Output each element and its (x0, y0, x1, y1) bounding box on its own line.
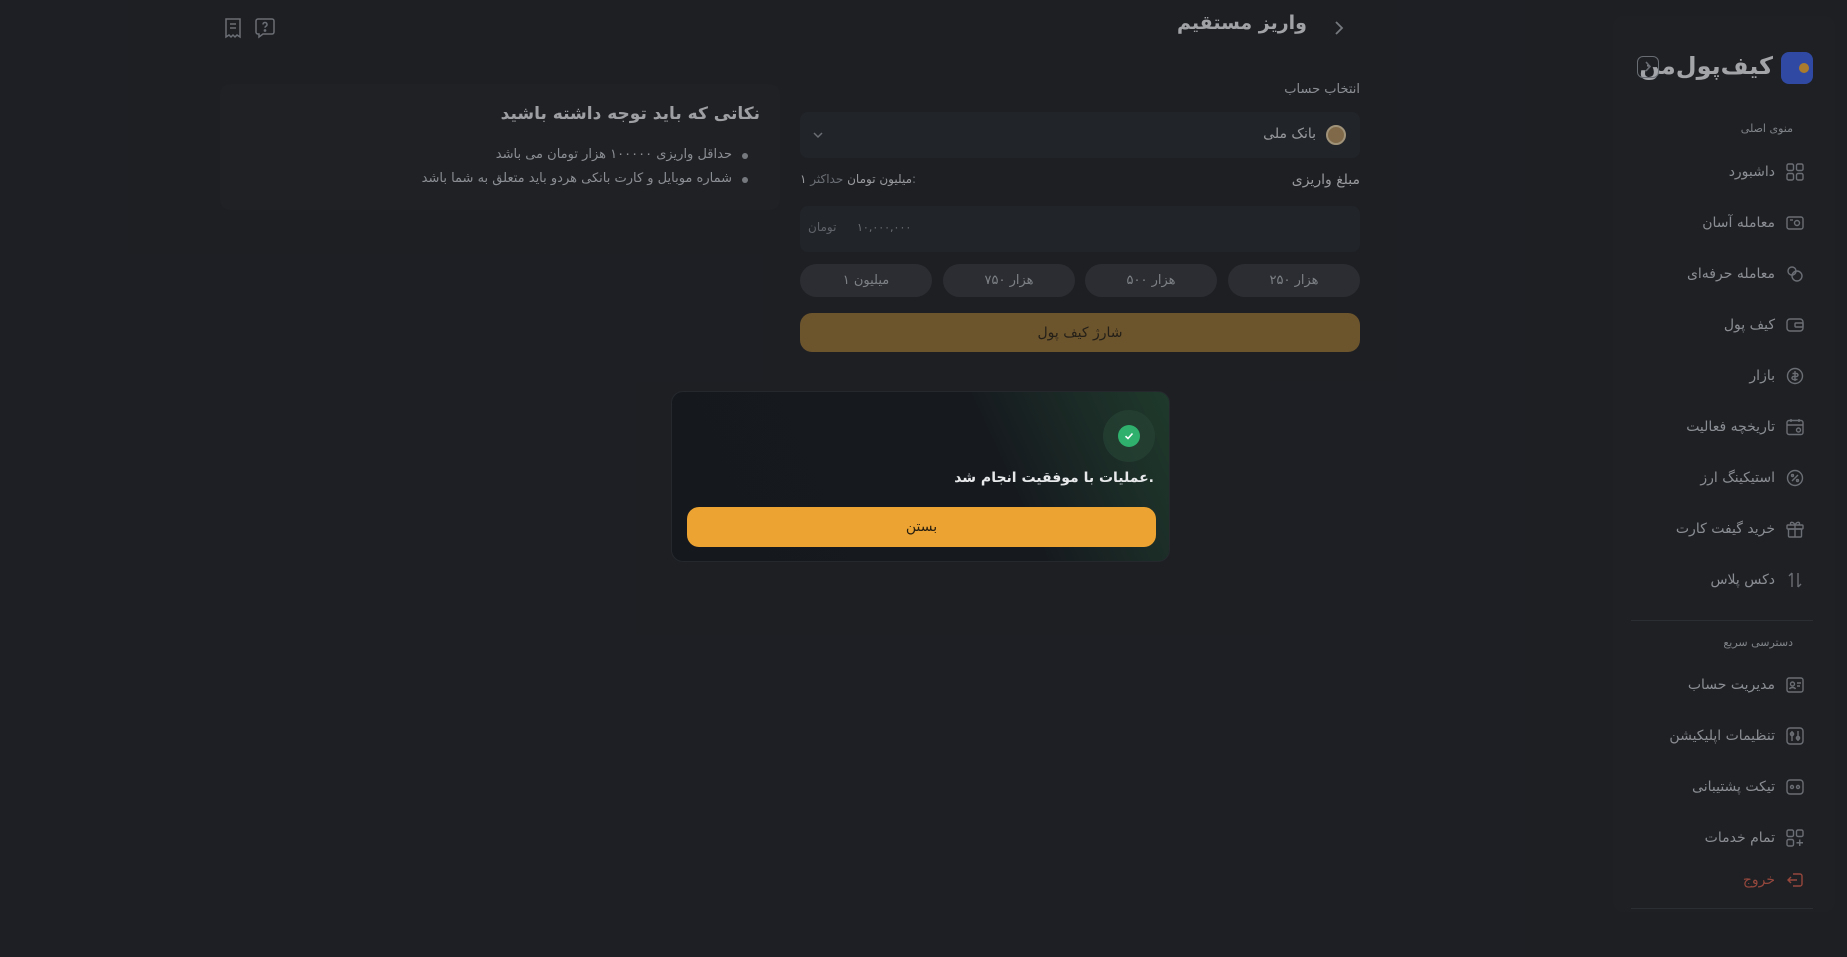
amount-unit: تومان (808, 220, 837, 234)
sidebar-divider (1631, 908, 1813, 909)
notes-title: نکاتی که باید توجه داشته باشید (500, 104, 760, 124)
ticket-icon (1785, 777, 1805, 797)
chevron-right-icon (1645, 61, 1652, 72)
logo-row: کیف‌پول‌من (1633, 50, 1813, 86)
note-item: حداقل واریزی ۱۰۰۰۰۰ هزار تومان می باشد (495, 147, 749, 162)
brand-logo-icon (1781, 52, 1813, 84)
success-dialog: عملیات با موفقیت انجام شد. بستن (671, 391, 1170, 562)
help-icon (255, 18, 275, 39)
sidebar-item-label: کیف پول (1723, 317, 1775, 333)
gift-card-icon (1785, 519, 1805, 539)
wallet-icon (1785, 315, 1805, 335)
charge-wallet-button[interactable]: شارژ کیف پول (800, 313, 1360, 352)
sidebar-divider (1631, 620, 1813, 621)
services-icon (1785, 828, 1805, 848)
sidebar-item-label: تاریخچه فعالیت (1686, 419, 1775, 435)
sidebar-item-all-services[interactable]: تمام خدمات (1615, 823, 1805, 853)
sidebar-item-market[interactable]: بازار (1615, 361, 1805, 391)
receipt-icon (225, 18, 241, 39)
preset-amount-1m[interactable]: ۱ میلیون (800, 264, 932, 297)
collapse-sidebar-button[interactable] (1637, 56, 1659, 78)
sidebar-item-staking[interactable]: استیکینگ ارز (1615, 463, 1805, 493)
sidebar-item-gift-card[interactable]: خرید گیفت کارت (1615, 514, 1805, 544)
sidebar-item-history[interactable]: تاریخچه فعالیت (1615, 412, 1805, 442)
quick-access-title: دسترسی سریع (1723, 636, 1793, 649)
market-icon (1785, 366, 1805, 386)
preset-amount-750k[interactable]: ۷۵۰ هزار (943, 264, 1075, 297)
sidebar-item-label: تنظیمات اپلیکیشن (1669, 728, 1775, 744)
sidebar-item-label: معامله آسان (1702, 215, 1775, 231)
sidebar-item-dex-plus[interactable]: دکس پلاس (1615, 565, 1805, 595)
close-button[interactable]: بستن (687, 507, 1156, 547)
check-icon (1118, 425, 1140, 447)
chevron-right-icon (1335, 21, 1344, 35)
amount-label: مبلغ واریزی (1291, 172, 1360, 188)
sidebar-item-account[interactable]: مدیریت حساب (1615, 670, 1805, 700)
max-amount-note: ۱ میلیون تومان حداکثر: (800, 172, 916, 186)
sidebar-item-easy-trade[interactable]: معامله آسان (1615, 208, 1805, 238)
easy-trade-icon (1785, 213, 1805, 233)
logout-label: خروج (1742, 872, 1775, 888)
dex-icon (1785, 570, 1805, 590)
sidebar-item-label: داشبورد (1728, 164, 1775, 180)
back-button[interactable] (1331, 16, 1347, 44)
sidebar-item-label: مدیریت حساب (1687, 677, 1775, 693)
success-badge (1103, 410, 1155, 462)
chevron-down-icon (810, 127, 826, 147)
sidebar-item-wallet[interactable]: کیف پول (1615, 310, 1805, 340)
sidebar-item-logout[interactable]: خروج (1615, 865, 1805, 895)
sidebar-item-pro-trade[interactable]: معامله حرفه‌ای (1615, 259, 1805, 289)
bank-melli-logo-icon (1326, 125, 1346, 145)
sidebar-item-app-settings[interactable]: تنظیمات اپلیکیشن (1615, 721, 1805, 751)
preset-amount-250k[interactable]: ۲۵۰ هزار (1228, 264, 1360, 297)
sidebar-item-label: خرید گیفت کارت (1675, 521, 1775, 537)
sidebar-item-label: استیکینگ ارز (1700, 470, 1775, 486)
sidebar-item-label: تمام خدمات (1704, 830, 1775, 846)
amount-value: ۱۰,۰۰۰,۰۰۰ (857, 221, 912, 234)
sidebar-item-label: معامله حرفه‌ای (1686, 266, 1775, 282)
note-item: شماره موبایل و کارت بانکی هردو باید متعل… (421, 171, 749, 186)
receipt-button[interactable] (221, 16, 245, 40)
history-icon (1785, 417, 1805, 437)
staking-icon (1785, 468, 1805, 488)
selected-bank: بانک ملی (1263, 126, 1316, 142)
success-message: عملیات با موفقیت انجام شد. (954, 470, 1154, 486)
notes-panel: نکاتی که باید توجه داشته باشید حداقل وار… (220, 84, 780, 210)
page-title: واریز مستقیم (1176, 12, 1307, 34)
logout-icon (1785, 870, 1805, 890)
sidebar-item-dashboard[interactable]: داشبورد (1615, 157, 1805, 187)
preset-amount-500k[interactable]: ۵۰۰ هزار (1085, 264, 1217, 297)
dashboard-icon (1785, 162, 1805, 182)
brand-name: کیف‌پول‌من (1639, 52, 1773, 80)
account-icon (1785, 675, 1805, 695)
pro-trade-icon (1785, 264, 1805, 284)
bank-account-select[interactable]: بانک ملی (800, 112, 1360, 158)
sidebar-item-label: بازار (1749, 368, 1775, 384)
settings-icon (1785, 726, 1805, 746)
main-menu-title: منوی اصلی (1740, 122, 1793, 135)
sidebar-item-label: دکس پلاس (1710, 572, 1775, 588)
account-select-label: انتخاب حساب (1284, 82, 1360, 97)
help-button[interactable] (253, 16, 277, 40)
sidebar: کیف‌پول‌من منوی اصلی داشبورد معامله آسان… (1613, 16, 1835, 912)
sidebar-item-label: تیکت پشتیبانی (1692, 779, 1775, 795)
sidebar-item-support-ticket[interactable]: تیکت پشتیبانی (1615, 772, 1805, 802)
